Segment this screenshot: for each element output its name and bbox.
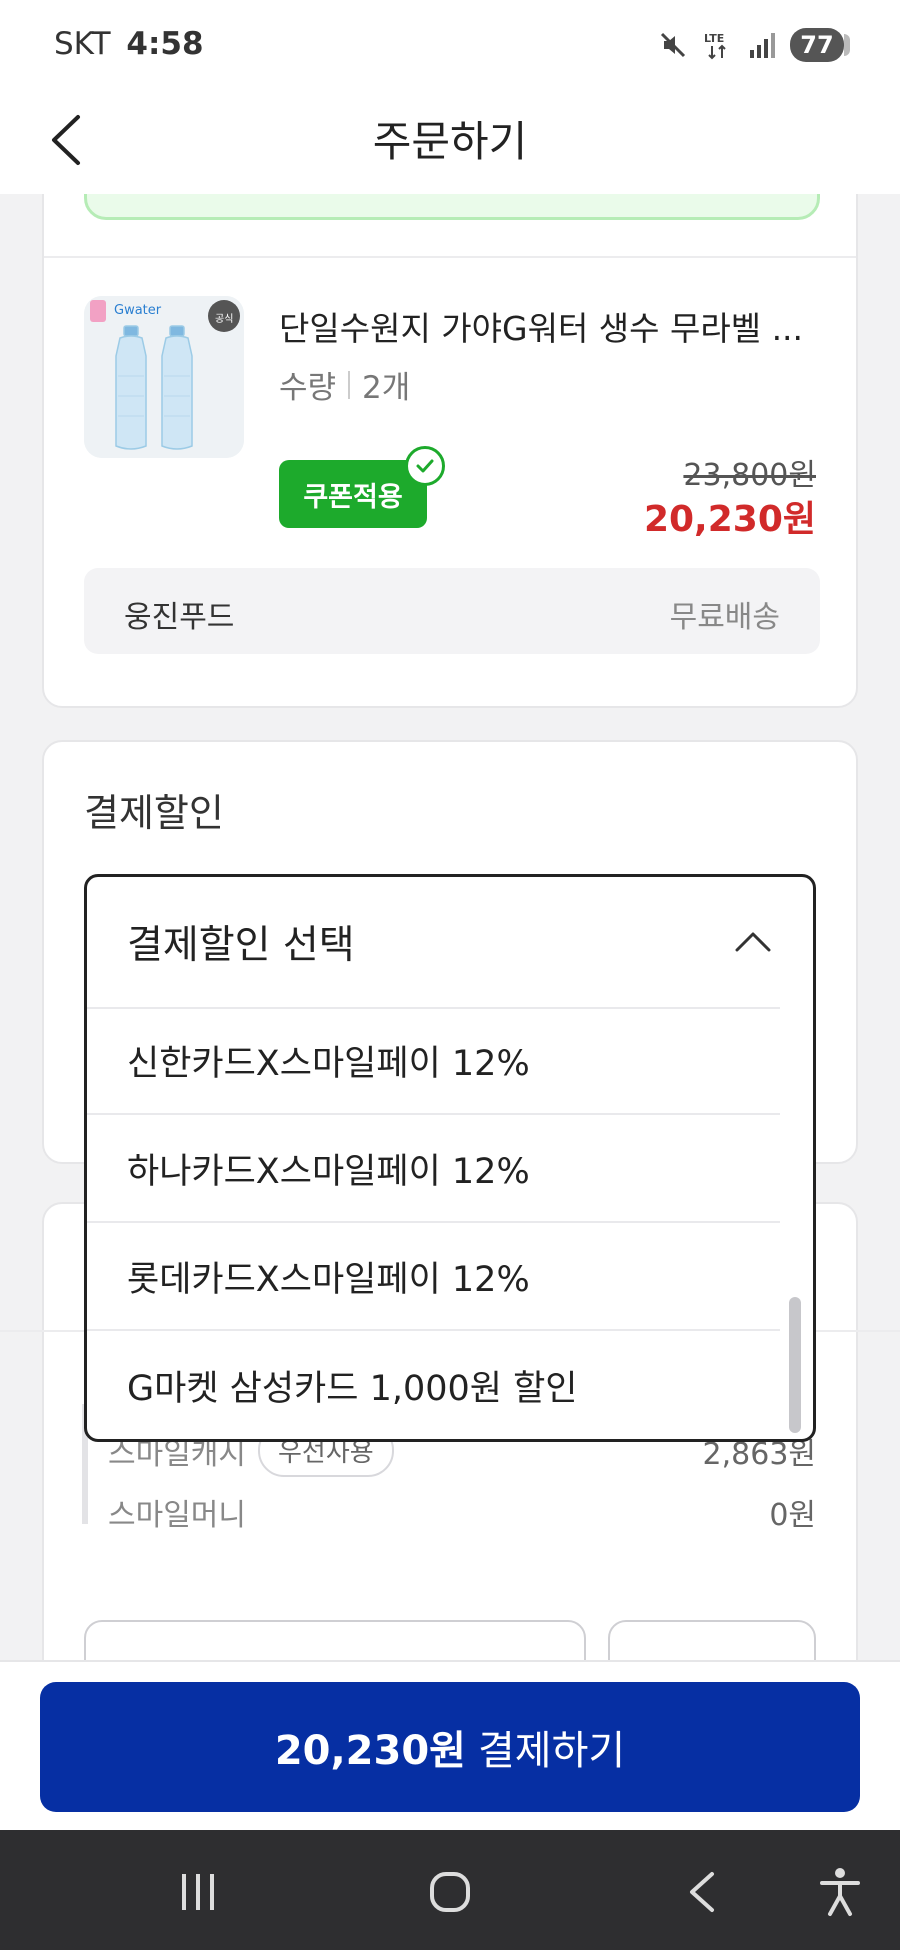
coupon-applied[interactable]: 쿠폰적용 — [279, 446, 445, 528]
dropdown-label: 결제할인 선택 — [127, 923, 355, 968]
smile-money-row: 스마일머니 0원 — [108, 1490, 816, 1534]
seller-info: 웅진푸드 무료배송 — [84, 568, 820, 654]
payment-bar: 20,230원 결제하기 — [0, 1660, 900, 1830]
product-name[interactable]: 단일수원지 가야G워터 생수 무라벨 ... — [279, 302, 829, 350]
discount-option-lotte[interactable]: 롯데카드X스마일페이 12% — [87, 1223, 780, 1331]
dropdown-options: 신한카드X스마일페이 12% 하나카드X스마일페이 12% 롯데카드X스마일페이… — [87, 1007, 780, 1439]
lte-icon: LTE — [704, 32, 726, 60]
back-icon — [690, 1872, 714, 1912]
status-right: LTE 77 — [658, 28, 850, 62]
seller-name: 웅진푸드 — [124, 600, 235, 635]
chevron-up-icon — [735, 932, 771, 952]
discount-option-samsung[interactable]: G마켓 삼성카드 1,000원 할인 — [87, 1331, 780, 1439]
battery-indicator: 77 — [790, 28, 850, 62]
original-price: 23,800원 — [683, 458, 816, 493]
back-nav-button[interactable] — [670, 1860, 734, 1924]
status-bar: SKT 4:58 LTE 77 — [0, 0, 900, 90]
pay-amount: 20,230원 — [274, 1728, 466, 1774]
carrier-label: SKT — [54, 26, 111, 62]
quantity-label: 수량 — [279, 370, 337, 406]
clock: 4:58 — [126, 26, 204, 62]
accessibility-button[interactable] — [808, 1860, 872, 1924]
quantity-value: 2개 — [362, 370, 411, 406]
accessibility-icon — [820, 1868, 860, 1916]
smile-money-label: 스마일머니 — [108, 1498, 246, 1533]
thumb-brand: Gwater — [114, 303, 162, 318]
home-icon — [430, 1872, 470, 1912]
svg-text:LTE: LTE — [704, 32, 724, 45]
dropdown-scrollbar[interactable] — [789, 1297, 801, 1433]
status-left: SKT 4:58 — [54, 26, 204, 62]
pay-button[interactable]: 20,230원 결제하기 — [40, 1682, 860, 1812]
check-icon — [405, 446, 445, 486]
recent-apps-button[interactable] — [166, 1860, 230, 1924]
page-title: 주문하기 — [372, 117, 528, 166]
signal-icon — [750, 33, 775, 58]
system-nav-bar — [0, 1830, 900, 1950]
app-header: 주문하기 — [0, 90, 900, 194]
official-badge: 공식 — [215, 313, 233, 325]
smile-money-value: 0원 — [769, 1498, 816, 1533]
pay-label: 결제하기 — [477, 1728, 626, 1774]
shipping-info: 무료배송 — [669, 600, 780, 635]
home-button[interactable] — [418, 1860, 482, 1924]
use-all-button[interactable] — [608, 1620, 816, 1660]
section-title: 결제할인 — [84, 791, 224, 835]
recent-apps-icon — [182, 1874, 214, 1910]
mute-icon — [660, 32, 686, 58]
quantity-row: 수량 2개 — [279, 362, 410, 407]
coupon-banner — [84, 194, 820, 220]
product-card: Gwater 공식 단일수원지 가야G워터 생수 무라벨 ... 수량 2개 쿠… — [42, 194, 858, 708]
discount-option-hana[interactable]: 하나카드X스마일페이 12% — [87, 1115, 780, 1223]
dropdown-header[interactable]: 결제할인 선택 — [87, 877, 813, 1007]
product-thumbnail[interactable]: Gwater 공식 — [84, 296, 244, 458]
water-bottles-image: Gwater 공식 — [84, 296, 244, 458]
quantity-separator — [348, 370, 351, 399]
divider — [44, 256, 856, 258]
payment-discount-dropdown[interactable]: 결제할인 선택 신한카드X스마일페이 12% 하나카드X스마일페이 12% 롯데… — [84, 874, 816, 1442]
order-content[interactable]: Gwater 공식 단일수원지 가야G워터 생수 무라벨 ... 수량 2개 쿠… — [0, 194, 900, 1660]
points-input-field[interactable] — [84, 1620, 586, 1660]
sale-price: 20,230원 — [643, 499, 816, 540]
discount-option-shinhan[interactable]: 신한카드X스마일페이 12% — [87, 1007, 780, 1115]
